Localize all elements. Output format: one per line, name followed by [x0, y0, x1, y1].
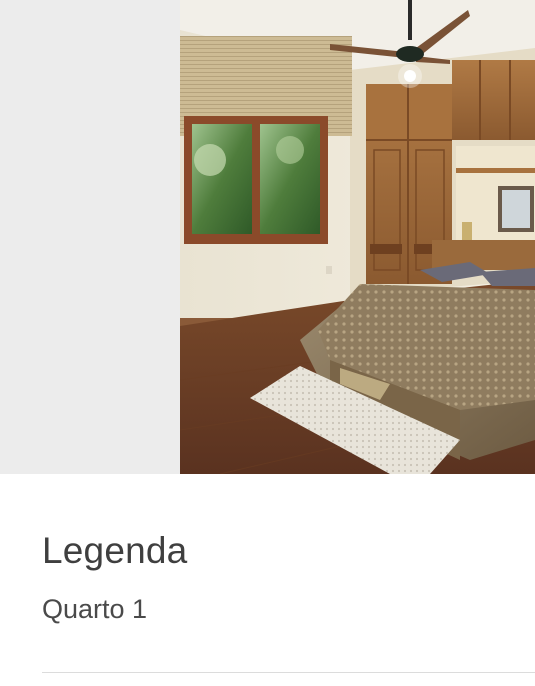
caption-text: Quarto 1: [42, 594, 148, 624]
divider: [42, 672, 535, 673]
bedroom-photo[interactable]: [180, 0, 535, 474]
photo-viewer: [0, 0, 535, 474]
photo-letterbox: [0, 0, 180, 474]
caption-heading: Legenda: [42, 530, 188, 571]
photo-caption: Legenda Quarto 1: [42, 528, 522, 626]
photo-caption-page: Legenda Quarto 1: [0, 0, 535, 686]
